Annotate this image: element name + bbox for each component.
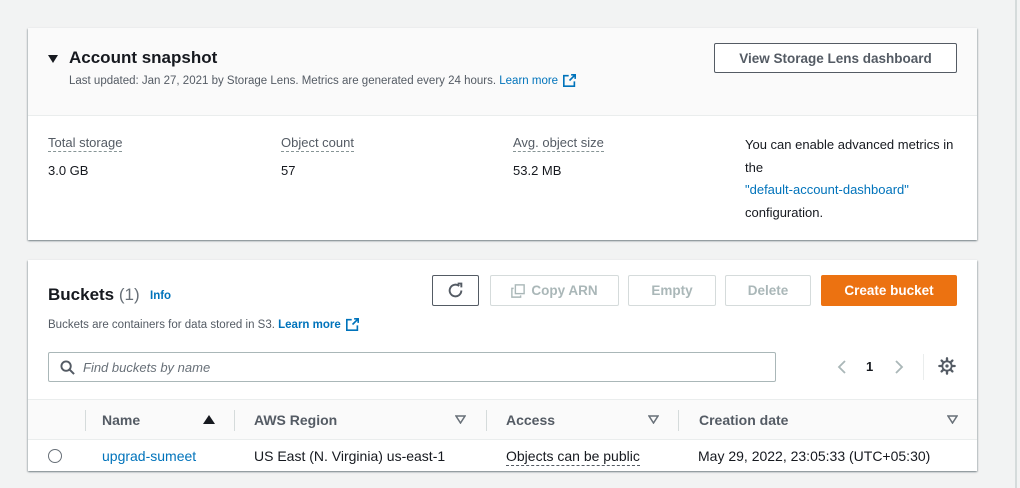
table-row[interactable]: upgrad-sumeet US East (N. Virginia) us-e…: [28, 440, 977, 471]
buckets-learn-more-link[interactable]: Learn more: [278, 318, 359, 331]
pager-divider: [923, 354, 924, 380]
account-snapshot-header: Account snapshot Last updated: Jan 27, 2…: [28, 28, 977, 116]
default-account-dashboard-link[interactable]: "default-account-dashboard": [745, 182, 909, 197]
chevron-right-icon[interactable]: [892, 357, 906, 377]
snapshot-learn-more-link[interactable]: Learn more: [499, 74, 577, 87]
buckets-count: (1): [118, 285, 140, 304]
buckets-learn-more-label: Learn more: [278, 319, 341, 331]
search-icon: [60, 360, 75, 375]
column-divider: [234, 410, 235, 431]
current-page-number[interactable]: 1: [866, 359, 873, 374]
account-snapshot-subtitle: Last updated: Jan 27, 2021 by Storage Le…: [69, 74, 577, 87]
find-buckets-search[interactable]: [48, 352, 776, 382]
page-edge-rule: [1015, 0, 1017, 488]
bucket-creation-date: May 29, 2022, 23:05:33 (UTC+05:30): [698, 448, 931, 464]
buckets-description-text: Buckets are containers for data stored i…: [48, 319, 275, 331]
column-header-access[interactable]: Access: [506, 412, 555, 428]
settings-gear-icon[interactable]: [938, 357, 956, 375]
copy-icon: [511, 283, 526, 298]
object-count-label[interactable]: Object count: [281, 135, 354, 152]
chevron-left-icon[interactable]: [834, 357, 848, 377]
buckets-panel: Buckets (1) Info Buckets are containers …: [28, 260, 977, 471]
account-snapshot-title[interactable]: Account snapshot: [69, 48, 217, 68]
total-storage-label[interactable]: Total storage: [48, 135, 123, 152]
empty-bucket-button[interactable]: Empty: [628, 275, 716, 306]
search-input[interactable]: [83, 358, 763, 376]
sort-descending-icon[interactable]: [455, 415, 466, 424]
column-divider: [486, 410, 487, 431]
view-storage-lens-dashboard-button[interactable]: View Storage Lens dashboard: [714, 43, 957, 73]
column-header-creation-date[interactable]: Creation date: [699, 412, 788, 428]
buckets-table-header: Name AWS Region Access Creation date: [28, 399, 977, 440]
buckets-title: Buckets: [48, 285, 115, 304]
buckets-description: Buckets are containers for data stored i…: [48, 318, 359, 331]
buckets-heading: Buckets (1): [48, 285, 140, 305]
row-select-radio[interactable]: [48, 449, 62, 463]
column-divider: [85, 410, 86, 431]
delete-bucket-button[interactable]: Delete: [725, 275, 811, 306]
caret-down-icon[interactable]: [48, 55, 58, 63]
refresh-icon: [448, 282, 463, 298]
refresh-button[interactable]: [432, 275, 479, 306]
column-header-name[interactable]: Name: [102, 412, 140, 428]
copy-arn-label: Copy ARN: [531, 283, 598, 298]
bucket-region: US East (N. Virginia) us-east-1: [254, 448, 446, 464]
total-storage-value: 3.0 GB: [48, 163, 89, 178]
external-link-icon: [563, 74, 577, 87]
advanced-metrics-text-end: configuration.: [745, 204, 824, 220]
column-header-region[interactable]: AWS Region: [254, 412, 337, 428]
last-updated-text: Last updated: Jan 27, 2021 by Storage Le…: [69, 75, 497, 87]
avg-object-size-value: 53.2 MB: [513, 163, 562, 178]
sort-ascending-icon[interactable]: [203, 415, 215, 424]
advanced-metrics-text: You can enable advanced metrics in the: [745, 137, 954, 175]
copy-arn-button[interactable]: Copy ARN: [490, 275, 619, 306]
create-bucket-button[interactable]: Create bucket: [821, 275, 957, 306]
account-snapshot-panel: Account snapshot Last updated: Jan 27, 2…: [28, 28, 977, 240]
sort-descending-icon[interactable]: [947, 415, 958, 424]
advanced-metrics-note: You can enable advanced metrics in the "…: [745, 134, 965, 224]
buckets-info-link[interactable]: Info: [150, 290, 171, 302]
avg-object-size-label[interactable]: Avg. object size: [513, 135, 604, 152]
object-count-value: 57: [281, 163, 296, 178]
external-link-icon: [345, 318, 359, 331]
bucket-access[interactable]: Objects can be public: [506, 448, 640, 466]
bucket-name-link[interactable]: upgrad-sumeet: [102, 448, 196, 464]
snapshot-learn-more-label: Learn more: [499, 75, 559, 87]
column-divider: [678, 410, 679, 431]
sort-descending-icon[interactable]: [648, 415, 659, 424]
